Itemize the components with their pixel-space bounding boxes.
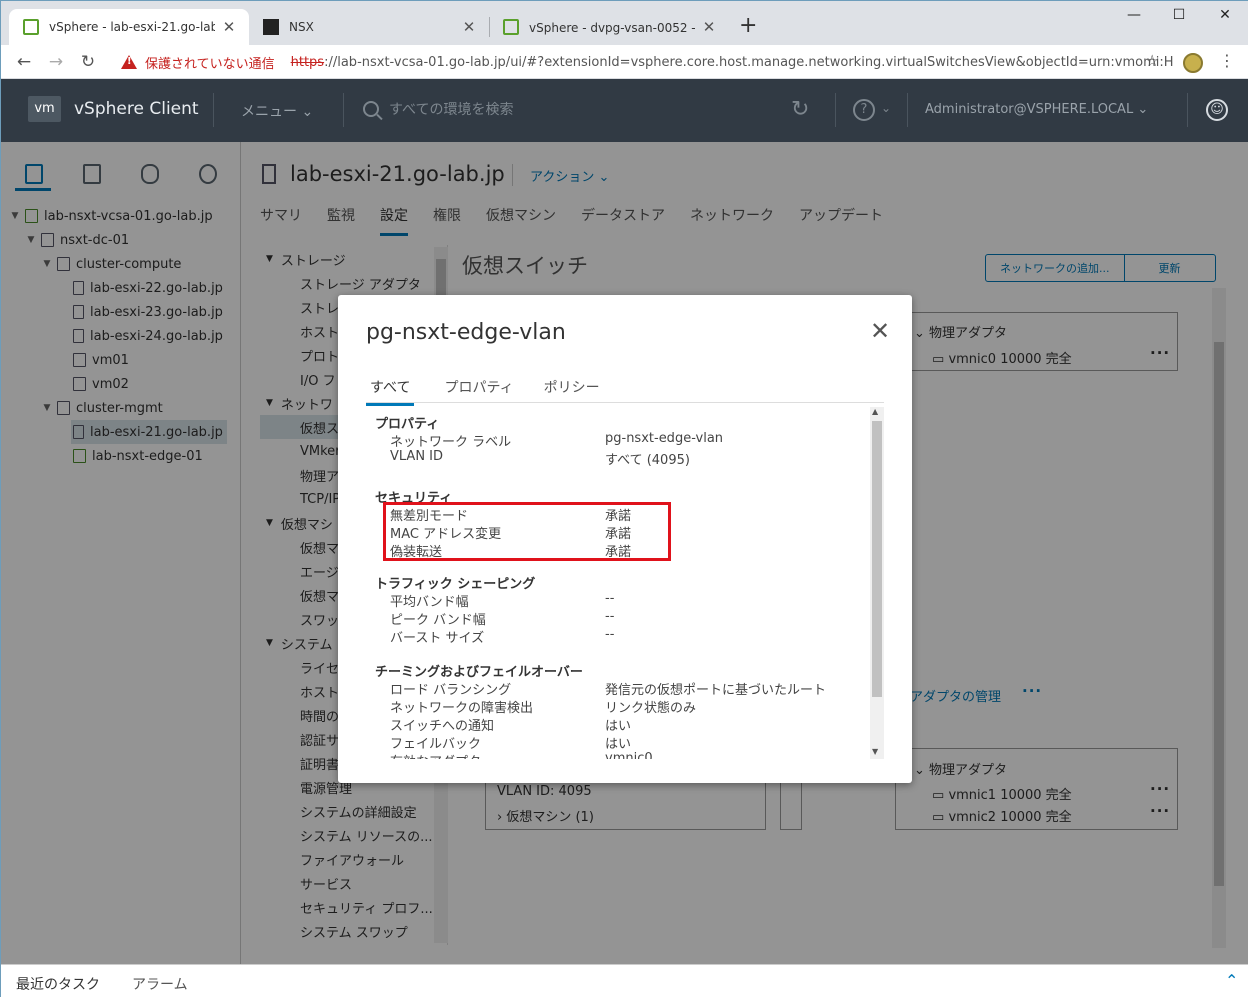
section-title: プロパティ [375, 417, 440, 432]
chevron-down-icon: ⌄ [1137, 102, 1149, 117]
recent-tasks-tab[interactable]: 最近のタスク [16, 974, 100, 994]
refresh-icon[interactable]: ↻ [791, 97, 809, 122]
header-divider [1187, 93, 1188, 127]
minimize-icon[interactable]: — [1114, 7, 1154, 23]
new-tab-button[interactable]: + [739, 15, 757, 37]
vsphere-favicon-icon [503, 19, 519, 35]
dialog-scroll-thumb[interactable] [872, 421, 882, 697]
dialog-content: プロパティ ネットワーク ラベル pg-nsxt-edge-vlan VLAN … [366, 405, 884, 759]
expand-up-icon[interactable]: ⌃ [1225, 971, 1238, 990]
alarms-tab[interactable]: アラーム [132, 974, 188, 994]
property-label: ネットワーク ラベル [390, 435, 512, 450]
property-label: ロード バランシング [390, 683, 512, 698]
section-title: トラフィック シェーピング [375, 577, 536, 592]
user-name: Administrator@VSPHERE.LOCAL [925, 102, 1134, 117]
url-scheme: https [290, 54, 325, 70]
close-window-icon[interactable]: ✕ [1205, 7, 1245, 23]
close-tab-icon[interactable]: ✕ [461, 18, 477, 36]
help-icon[interactable]: ? [853, 99, 875, 121]
nsx-favicon-icon [263, 19, 279, 35]
property-value: -- [605, 609, 615, 624]
property-value: -- [605, 591, 615, 606]
bottom-bar: 最近のタスク アラーム ⌃ [1, 964, 1248, 997]
scroll-down-icon[interactable]: ▼ [872, 747, 878, 756]
url-field[interactable]: 保護されていない通信 https ://lab-nsxt-vcsa-01.go-… [113, 49, 1173, 75]
user-menu[interactable]: Administrator@VSPHERE.LOCAL ⌄ [925, 102, 1148, 117]
bookmark-star-icon[interactable]: ☆ [1145, 51, 1159, 70]
browser-tab-vsphere-dvpg[interactable]: vSphere - dvpg-vsan-0052 - すべ ✕ [489, 9, 729, 45]
property-label: スイッチへの通知 [390, 719, 495, 734]
header-divider [835, 93, 836, 127]
property-label: バースト サイズ [390, 631, 485, 646]
property-label: ネットワークの障害検出 [390, 701, 534, 716]
menu-dropdown[interactable]: メニュー ⌄ [241, 101, 313, 121]
browser-window: vSphere - lab-esxi-21.go-lab.jp - ✕ NSX … [0, 0, 1248, 997]
search-placeholder: すべての環境を検索 [389, 102, 514, 118]
vsphere-header: vm vSphere Client メニュー ⌄ すべての環境を検索 ↻ ? ⌄… [1, 79, 1248, 142]
browser-tab-nsx[interactable]: NSX ✕ [249, 9, 489, 45]
warning-icon [121, 55, 137, 69]
property-label: フェイルバック [390, 737, 482, 752]
close-tab-icon[interactable]: ✕ [221, 18, 237, 36]
chevron-down-icon: ⌄ [301, 104, 314, 120]
browser-tab-vsphere-host[interactable]: vSphere - lab-esxi-21.go-lab.jp - ✕ [9, 9, 249, 45]
property-value: 発信元の仮想ポートに基づいたルート [605, 683, 827, 698]
property-label: 有効なアダプタ [390, 751, 481, 759]
reload-icon[interactable]: ↻ [77, 51, 99, 73]
header-divider [213, 93, 214, 127]
app-title: vSphere Client [74, 99, 199, 119]
menu-label: メニュー [241, 104, 297, 120]
extension-icon[interactable] [1183, 53, 1203, 73]
tab-underline [366, 402, 884, 403]
browser-tab-bar: vSphere - lab-esxi-21.go-lab.jp - ✕ NSX … [1, 1, 1248, 45]
search-icon [363, 101, 379, 117]
property-label: ピーク バンド幅 [390, 613, 486, 628]
global-search[interactable]: すべての環境を検索 [363, 99, 513, 119]
close-tab-icon[interactable]: ✕ [701, 18, 717, 36]
chevron-down-icon[interactable]: ⌄ [881, 101, 891, 115]
property-value: vmnic0 [605, 751, 653, 759]
property-value: はい [605, 737, 632, 752]
property-label: 平均バンド幅 [390, 595, 469, 610]
vm-logo: vm [28, 96, 61, 122]
address-bar: ← → ↻ 保護されていない通信 https ://lab-nsxt-vcsa-… [1, 45, 1248, 79]
property-label: VLAN ID [390, 449, 444, 464]
section-title: チーミングおよびフェイルオーバー [375, 665, 583, 680]
back-icon[interactable]: ← [13, 51, 35, 73]
property-value: リンク状態のみ [605, 701, 697, 716]
property-value: はい [605, 719, 632, 734]
insecure-label: 保護されていない通信 [145, 56, 275, 72]
vsphere-favicon-icon [23, 19, 39, 35]
url-text: ://lab-nsxt-vcsa-01.go-lab.jp/ui/#?exten… [324, 54, 1173, 70]
scroll-up-icon[interactable]: ▲ [872, 407, 878, 416]
property-value: すべて (4095) [605, 453, 690, 468]
feedback-smiley-icon[interactable]: ☺ [1206, 99, 1228, 121]
browser-menu-icon[interactable]: ⋮ [1219, 51, 1235, 70]
header-divider [907, 93, 908, 127]
forward-icon[interactable]: → [45, 51, 67, 73]
property-value: pg-nsxt-edge-vlan [605, 431, 724, 446]
dialog-title: pg-nsxt-edge-vlan [366, 320, 566, 345]
close-icon[interactable]: ✕ [870, 319, 890, 343]
maximize-icon[interactable]: ☐ [1159, 7, 1199, 23]
header-divider [343, 93, 344, 127]
security-highlight-box [383, 502, 671, 561]
port-group-dialog: pg-nsxt-edge-vlan ✕ すべて プロパティ ポリシー プロパティ… [338, 295, 912, 783]
property-value: -- [605, 627, 615, 642]
